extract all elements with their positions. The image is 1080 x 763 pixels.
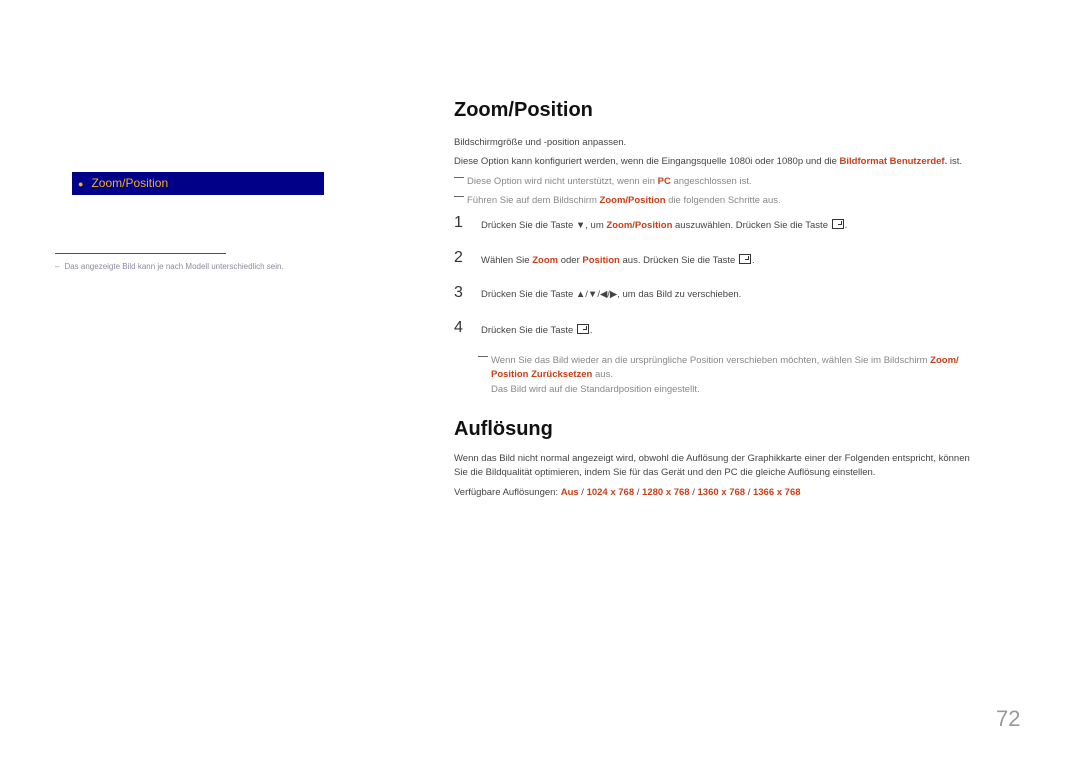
step-number: 3 (454, 284, 463, 301)
text: angeschlossen ist. (670, 176, 752, 187)
separator: / (689, 487, 698, 498)
text: Wenn Sie das Bild wieder an die ursprüng… (491, 355, 931, 366)
note-icon (454, 177, 464, 178)
step-number: 2 (454, 249, 463, 266)
resolution-option: 1280 x 768 (642, 487, 690, 498)
text: Diese Option wird nicht unterstützt, wen… (467, 176, 658, 187)
label: Verfügbare Auflösungen: (454, 487, 561, 498)
text: Drücken Sie die Taste (481, 325, 576, 336)
step-1: Drücken Sie die Taste ▼, um Zoom/Positio… (481, 219, 848, 231)
sidebar-active-item[interactable]: ● Zoom/Position (72, 172, 324, 195)
sidebar-item-label: Zoom/Position (91, 176, 169, 190)
resolution-option: 1360 x 768 (697, 487, 746, 498)
section-title-aufloesung: Auflösung (454, 418, 553, 440)
sidebar-footnote: – Das angezeigte Bild kann je nach Modell… (55, 262, 284, 271)
reset-note: Wenn Sie das Bild wieder an die ursprüng… (478, 355, 959, 366)
text: Drücken Sie die Taste ▼, um (481, 220, 607, 231)
step-3: Drücken Sie die Taste ▲/▼/◀/▶, um das Bi… (481, 289, 742, 300)
footnote-divider (55, 253, 226, 254)
footnote-text: Das angezeigte Bild kann je nach Modell … (64, 262, 284, 271)
condition-text: Diese Option kann konfiguriert werden, w… (454, 156, 962, 167)
highlight: Bildformat Benutzerdef. (839, 156, 948, 167)
step-2: Wählen Sie Zoom oder Position aus. Drück… (481, 254, 755, 266)
page-number: 72 (996, 706, 1021, 731)
intro-text: Bildschirmgröße und -position anpassen. (454, 137, 627, 148)
reset-note-line-3: Das Bild wird auf die Standardposition e… (491, 384, 700, 395)
text: Wählen Sie (481, 255, 533, 266)
text: die folgenden Schritte aus. (665, 195, 781, 206)
resolutions-list: Verfügbare Auflösungen: Aus / 1024 x 768… (454, 487, 801, 498)
enter-key-icon (739, 254, 751, 264)
text: aus. Drücken Sie die Taste (619, 255, 738, 266)
body-line-2: Sie die Bildqualität optimieren, indem S… (454, 467, 876, 478)
resolution-option: 1366 x 768 (752, 487, 801, 498)
highlight: Position (582, 255, 620, 266)
resolution-option: Aus (560, 487, 579, 498)
text: Führen Sie auf dem Bildschirm (467, 195, 600, 206)
separator: / (578, 487, 587, 498)
text: aus. (592, 369, 613, 380)
note-steps: Führen Sie auf dem Bildschirm Zoom/Posit… (454, 195, 781, 206)
section-title-zoom-position: Zoom/Position (454, 99, 593, 121)
note-icon (478, 356, 488, 357)
resolution-option: 1024 x 768 (586, 487, 635, 498)
text: auszuwählen. Drücken Sie die Taste (672, 220, 831, 231)
step-number: 1 (454, 214, 463, 231)
enter-key-icon (576, 324, 589, 334)
highlight: Zoom/ (930, 355, 959, 366)
step-4: Drücken Sie die Taste . (481, 324, 593, 336)
step-number: 4 (454, 319, 463, 336)
separator: / (745, 487, 753, 498)
enter-key-icon (831, 219, 844, 229)
reset-note-line-2: Position Zurücksetzen aus. (491, 369, 613, 380)
highlight: Position Zurücksetzen (491, 369, 593, 380)
bullet-icon: ● (78, 179, 84, 189)
highlight: PC (657, 176, 671, 187)
body-line-1: Wenn das Bild nicht normal angezeigt wir… (454, 453, 970, 464)
text: Diese Option kann konfiguriert werden, w… (454, 156, 840, 167)
note-pc: Diese Option wird nicht unterstützt, wen… (454, 176, 752, 187)
highlight: Zoom/Position (599, 195, 666, 206)
highlight: Zoom/Position (606, 220, 673, 231)
note-icon (454, 196, 464, 197)
highlight: Zoom (532, 255, 559, 266)
separator: / (634, 487, 643, 498)
text: ist. (947, 156, 963, 167)
text: oder (558, 255, 583, 266)
